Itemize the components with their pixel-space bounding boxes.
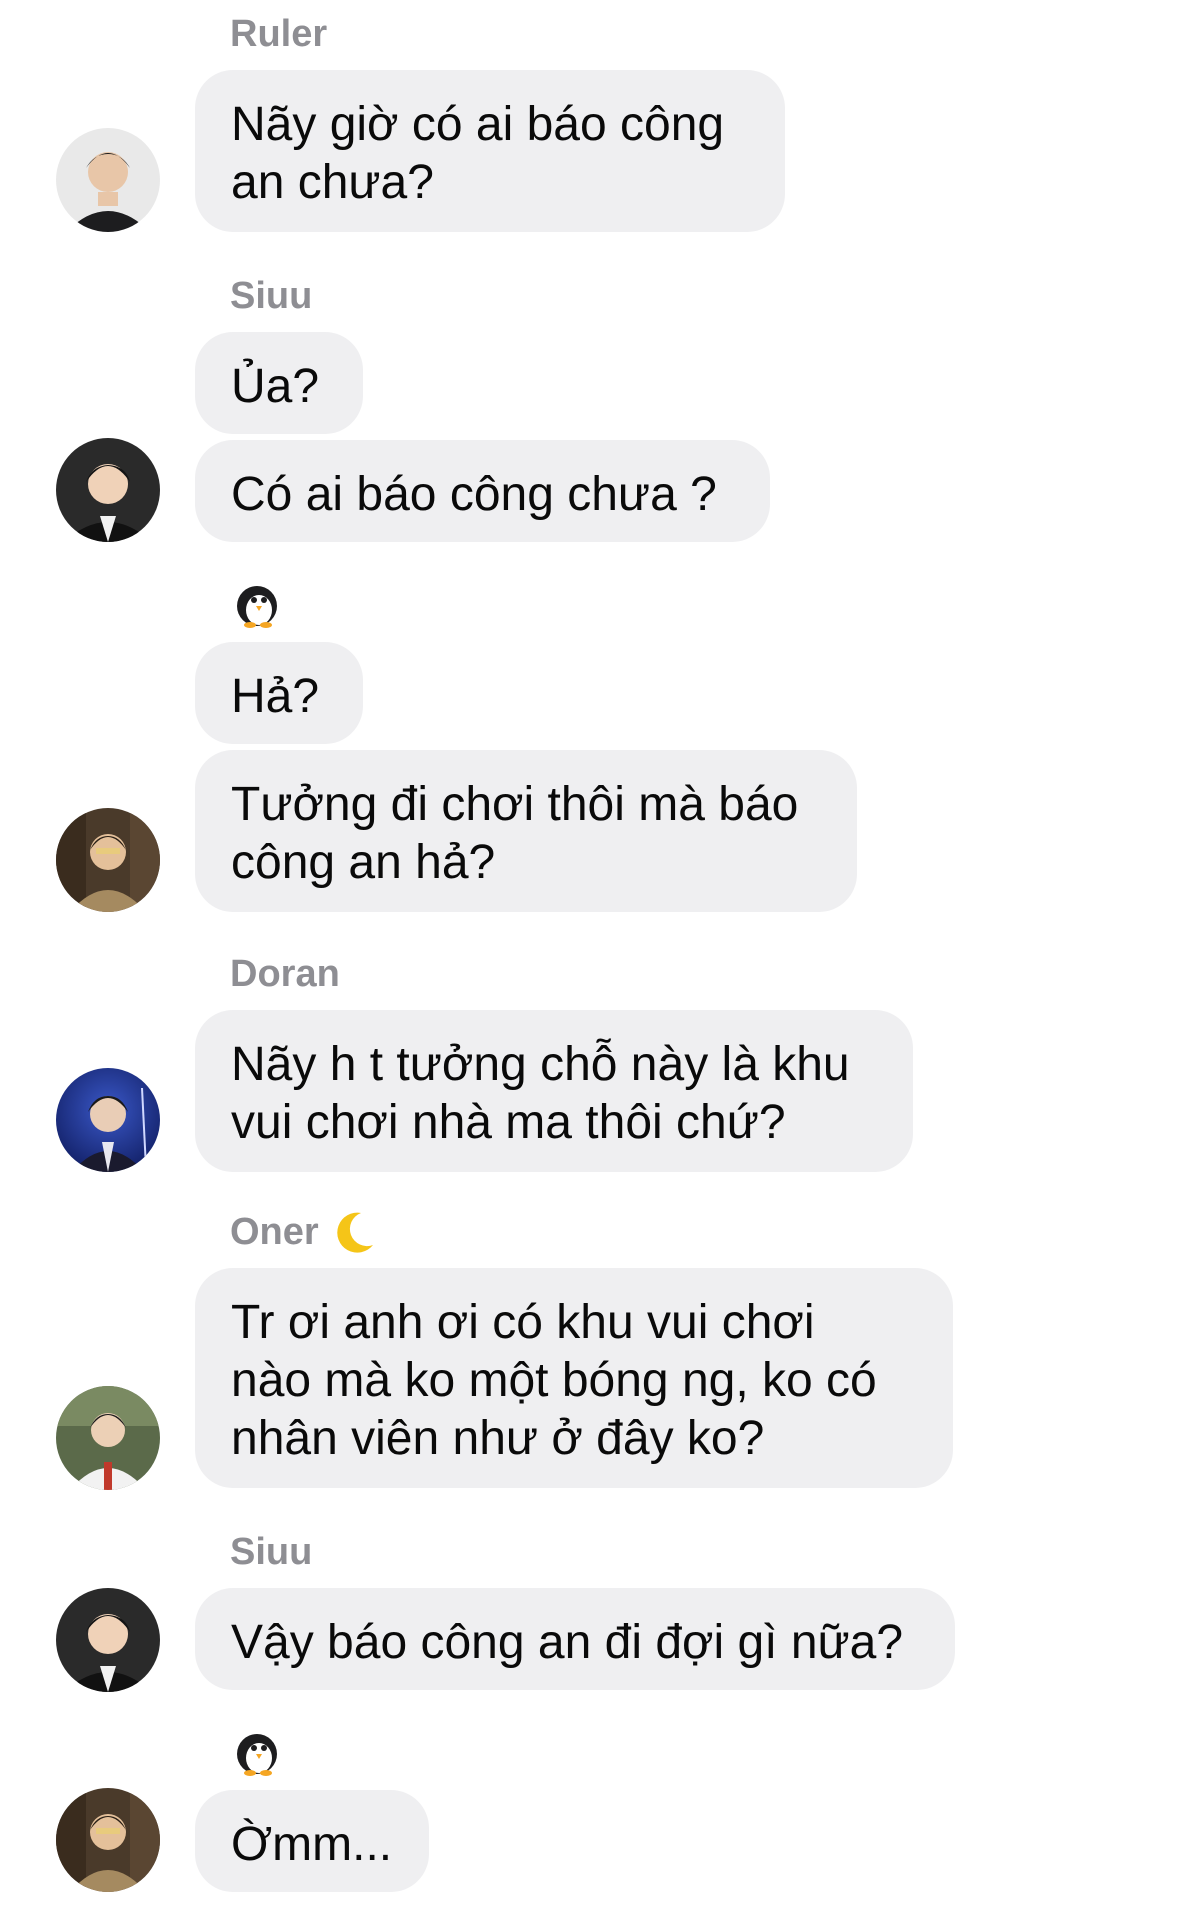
crescent-moon-icon xyxy=(331,1209,377,1255)
sender-name: Doran xyxy=(230,952,340,995)
avatar-penguin-user[interactable] xyxy=(56,808,160,912)
sender-name: Oner xyxy=(230,1208,377,1256)
message-bubble[interactable]: Tưởng đi chơi thôi mà báo công an hả? xyxy=(195,750,857,912)
penguin-icon xyxy=(232,584,282,628)
message-bubble[interactable]: Tr ơi anh ơi có khu vui chơi nào mà ko m… xyxy=(195,1268,953,1488)
avatar-penguin-user[interactable] xyxy=(56,1788,160,1892)
penguin-icon xyxy=(232,1732,282,1776)
message-bubble[interactable]: Nãy giờ có ai báo công an chưa? xyxy=(195,70,785,232)
sender-name: Siuu xyxy=(230,274,313,317)
sender-name: Ruler xyxy=(230,12,328,55)
avatar-siuu[interactable] xyxy=(56,438,160,542)
message-bubble[interactable]: Nãy h t tưởng chỗ này là khu vui chơi nh… xyxy=(195,1010,913,1172)
avatar-doran[interactable] xyxy=(56,1068,160,1172)
message-bubble[interactable]: Vậy báo công an đi đợi gì nữa? xyxy=(195,1588,955,1690)
avatar-ruler[interactable] xyxy=(56,128,160,232)
message-bubble[interactable]: Hả? xyxy=(195,642,363,744)
chat-thread: Ruler Nãy giờ có ai báo công an chưa? Si… xyxy=(0,0,1179,1920)
avatar-siuu[interactable] xyxy=(56,1588,160,1692)
message-bubble[interactable]: Có ai báo công chưa ? xyxy=(195,440,770,542)
message-bubble[interactable]: Ủa? xyxy=(195,332,363,434)
avatar-oner[interactable] xyxy=(56,1386,160,1490)
sender-name: Siuu xyxy=(230,1530,313,1573)
message-bubble[interactable]: Ờmm... xyxy=(195,1790,429,1892)
